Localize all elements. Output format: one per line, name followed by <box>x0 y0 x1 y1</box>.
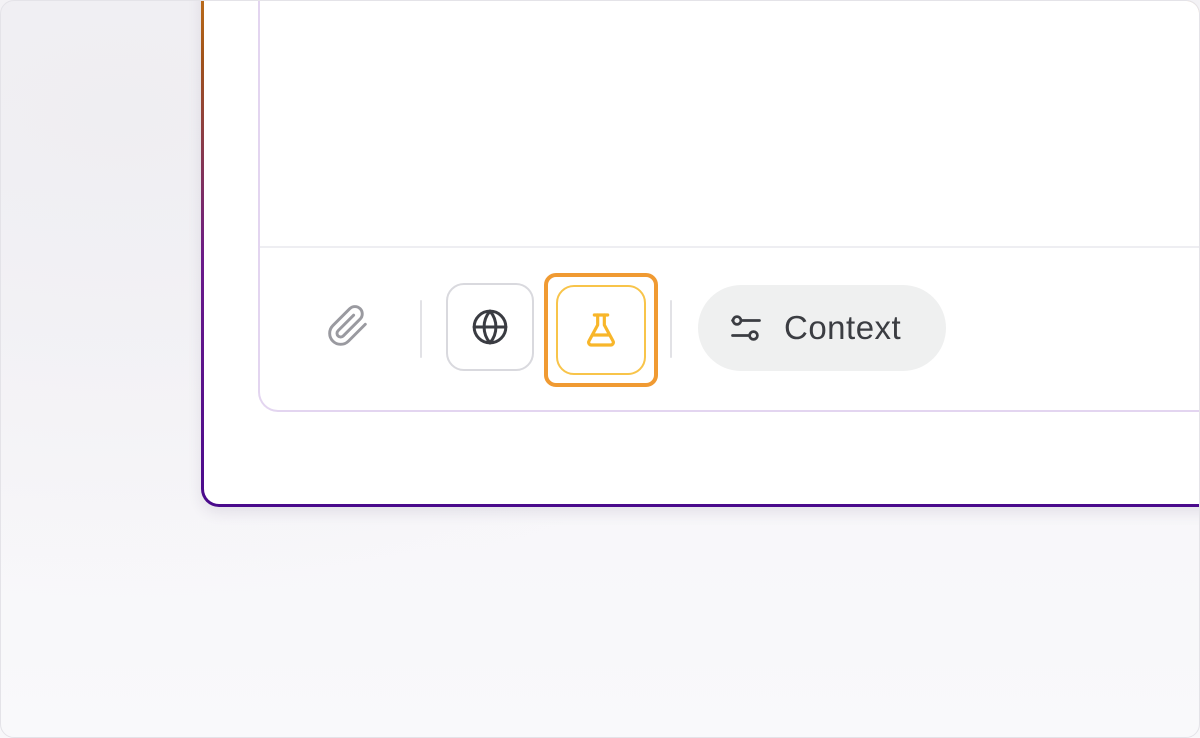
context-label: Context <box>784 309 902 346</box>
research-mode-button[interactable] <box>556 285 646 375</box>
chat-card: Context <box>201 1 1199 507</box>
attach-file-button[interactable] <box>320 296 376 356</box>
message-input[interactable] <box>260 1 1199 247</box>
globe-icon <box>470 307 510 347</box>
paperclip-icon <box>326 302 370 350</box>
sliders-icon <box>728 310 764 346</box>
toolbar-separator <box>420 300 422 358</box>
context-button[interactable]: Context <box>698 285 946 371</box>
page-background: Context <box>0 0 1200 738</box>
chat-card-body: Context <box>204 1 1199 504</box>
toolbar-separator <box>670 300 672 358</box>
message-composer: Context <box>258 1 1199 412</box>
highlight-annotation <box>544 273 658 387</box>
composer-toolbar: Context <box>260 248 1199 408</box>
flask-icon <box>581 308 621 352</box>
web-search-button[interactable] <box>446 283 534 371</box>
